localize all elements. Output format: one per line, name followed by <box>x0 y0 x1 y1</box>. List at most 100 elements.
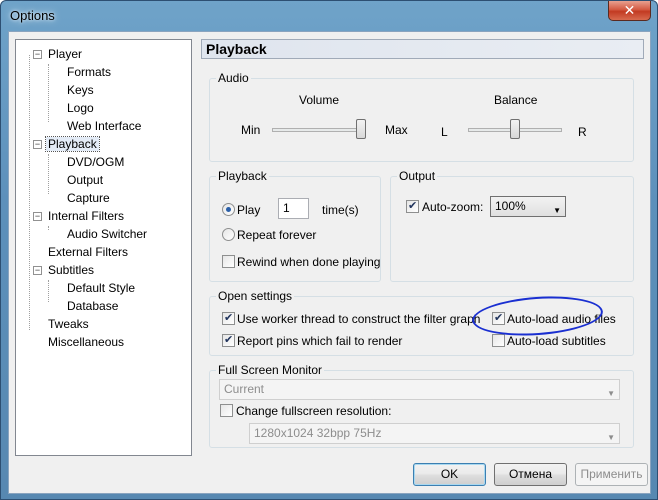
tree-item-playback[interactable]: − Playback <box>33 135 100 153</box>
collapse-icon[interactable]: − <box>33 266 42 275</box>
repeat-forever-label: Repeat forever <box>237 228 317 242</box>
tree-item-output[interactable]: Output <box>65 171 105 189</box>
tree-item-logo[interactable]: Logo <box>65 99 96 117</box>
collapse-icon[interactable]: − <box>33 212 42 221</box>
tree-item-label: Web Interface <box>67 119 142 133</box>
tree-line <box>48 64 49 122</box>
tree-item-internal-filters[interactable]: − Internal Filters <box>33 207 126 225</box>
close-button[interactable]: ✕ <box>608 1 651 21</box>
tree-item-database[interactable]: Database <box>65 297 120 315</box>
change-resolution-label: Change fullscreen resolution: <box>236 404 392 418</box>
play-count-input[interactable]: 1 <box>278 198 309 219</box>
play-radio[interactable] <box>222 203 235 216</box>
worker-thread-label: Use worker thread to construct the filte… <box>237 312 481 326</box>
tree-item-label: Playback <box>45 136 100 152</box>
repeat-forever-radio[interactable] <box>222 228 235 241</box>
title-bar[interactable]: Options ✕ <box>1 1 657 31</box>
auto-load-subtitles-checkbox[interactable] <box>492 334 505 347</box>
balance-label: Balance <box>494 93 538 107</box>
fullscreen-group-title: Full Screen Monitor <box>216 363 325 377</box>
resolution-dropdown[interactable]: 1280x1024 32bpp 75Hz ▼ <box>249 423 620 444</box>
tree-line <box>48 226 49 230</box>
close-icon: ✕ <box>623 2 636 18</box>
report-pins-checkbox[interactable] <box>222 333 235 347</box>
auto-load-subtitles-label: Auto-load subtitles <box>507 334 606 348</box>
worker-thread-checkbox[interactable] <box>222 311 235 325</box>
playback-group-title: Playback <box>216 169 269 183</box>
volume-label: Volume <box>299 93 340 107</box>
rewind-label: Rewind when done playing <box>237 255 381 269</box>
tree-line <box>48 154 49 194</box>
tree-item-label: External Filters <box>48 245 129 259</box>
autozoom-value: 100% <box>495 199 526 213</box>
page-title: Playback <box>201 39 644 59</box>
tree-item-player[interactable]: − Player <box>33 45 84 63</box>
tree-item-subtitles[interactable]: − Subtitles <box>33 261 96 279</box>
fullscreen-group: Full Screen Monitor Current ▼ Change ful… <box>209 363 634 448</box>
balance-slider-thumb[interactable] <box>510 119 520 139</box>
open-settings-group: Open settings Use worker thread to const… <box>209 289 634 356</box>
tree-item-label: Subtitles <box>48 263 95 277</box>
tree-item-label: Logo <box>67 101 94 115</box>
change-resolution-checkbox[interactable] <box>220 404 233 417</box>
collapse-icon[interactable]: − <box>33 140 42 149</box>
balance-left-label: L <box>441 125 448 139</box>
tree-item-web-interface[interactable]: Web Interface <box>65 117 143 135</box>
tree-item-dvd-ogm[interactable]: DVD/OGM <box>65 153 126 171</box>
tree-item-label: Formats <box>67 65 112 79</box>
report-pins-label: Report pins which fail to render <box>237 334 403 348</box>
playback-group: Playback Play 1 time(s) Repeat forever R… <box>209 169 381 282</box>
tree-item-label: Player <box>48 47 83 61</box>
options-tree: − Player Formats Keys Logo Web Interface… <box>15 39 192 456</box>
tree-item-default-style[interactable]: Default Style <box>65 279 137 297</box>
volume-max-label: Max <box>385 123 408 137</box>
autozoom-dropdown[interactable]: 100% ▼ <box>490 196 566 217</box>
tree-line <box>48 280 49 302</box>
tree-item-label: Output <box>67 173 104 187</box>
autozoom-label: Auto-zoom: <box>422 200 484 214</box>
tree-item-capture[interactable]: Capture <box>65 189 112 207</box>
times-label: time(s) <box>322 203 359 217</box>
tree-item-label: DVD/OGM <box>67 155 125 169</box>
window-title: Options <box>10 8 55 23</box>
play-label: Play <box>237 203 261 217</box>
volume-slider-track[interactable] <box>272 128 366 132</box>
apply-button[interactable]: Применить <box>575 463 648 486</box>
tree-item-formats[interactable]: Formats <box>65 63 113 81</box>
auto-load-audio-label: Auto-load audio files <box>507 312 616 326</box>
collapse-icon[interactable]: − <box>33 50 42 59</box>
options-window: Options ✕ − Player Formats Keys Logo Web… <box>0 0 658 500</box>
volume-slider-thumb[interactable] <box>356 119 366 139</box>
tree-item-label: Internal Filters <box>48 209 125 223</box>
chevron-down-icon: ▼ <box>607 433 615 442</box>
autozoom-checkbox[interactable] <box>406 199 419 213</box>
tree-item-label: Keys <box>67 83 94 97</box>
audio-group-title: Audio <box>216 71 251 85</box>
cancel-button[interactable]: Отмена <box>494 463 567 486</box>
volume-min-label: Min <box>241 123 261 137</box>
open-settings-group-title: Open settings <box>216 289 295 303</box>
chevron-down-icon: ▼ <box>553 206 561 215</box>
tree-item-audio-switcher[interactable]: Audio Switcher <box>65 225 149 243</box>
balance-right-label: R <box>578 125 587 139</box>
monitor-value: Current <box>224 382 265 396</box>
tree-item-keys[interactable]: Keys <box>65 81 96 99</box>
tree-item-label: Tweaks <box>48 317 89 331</box>
tree-item-label: Miscellaneous <box>48 335 125 349</box>
rewind-checkbox[interactable] <box>222 255 235 268</box>
tree-item-label: Audio Switcher <box>67 227 148 241</box>
chevron-down-icon: ▼ <box>607 389 615 398</box>
tree-item-external-filters[interactable]: External Filters <box>46 243 130 261</box>
tree-item-label: Capture <box>67 191 110 205</box>
tree-item-tweaks[interactable]: Tweaks <box>46 315 91 333</box>
tree-item-miscellaneous[interactable]: Miscellaneous <box>46 333 126 351</box>
auto-load-audio-checkbox[interactable] <box>492 311 505 325</box>
output-group: Output Auto-zoom: 100% ▼ <box>390 169 634 282</box>
tree-item-label: Database <box>67 299 119 313</box>
tree-line <box>29 55 30 330</box>
tree-item-label: Default Style <box>67 281 136 295</box>
dialog-client: − Player Formats Keys Logo Web Interface… <box>8 31 651 494</box>
ok-button[interactable]: OK <box>413 463 486 486</box>
resolution-value: 1280x1024 32bpp 75Hz <box>254 426 382 440</box>
monitor-dropdown[interactable]: Current ▼ <box>219 379 620 400</box>
